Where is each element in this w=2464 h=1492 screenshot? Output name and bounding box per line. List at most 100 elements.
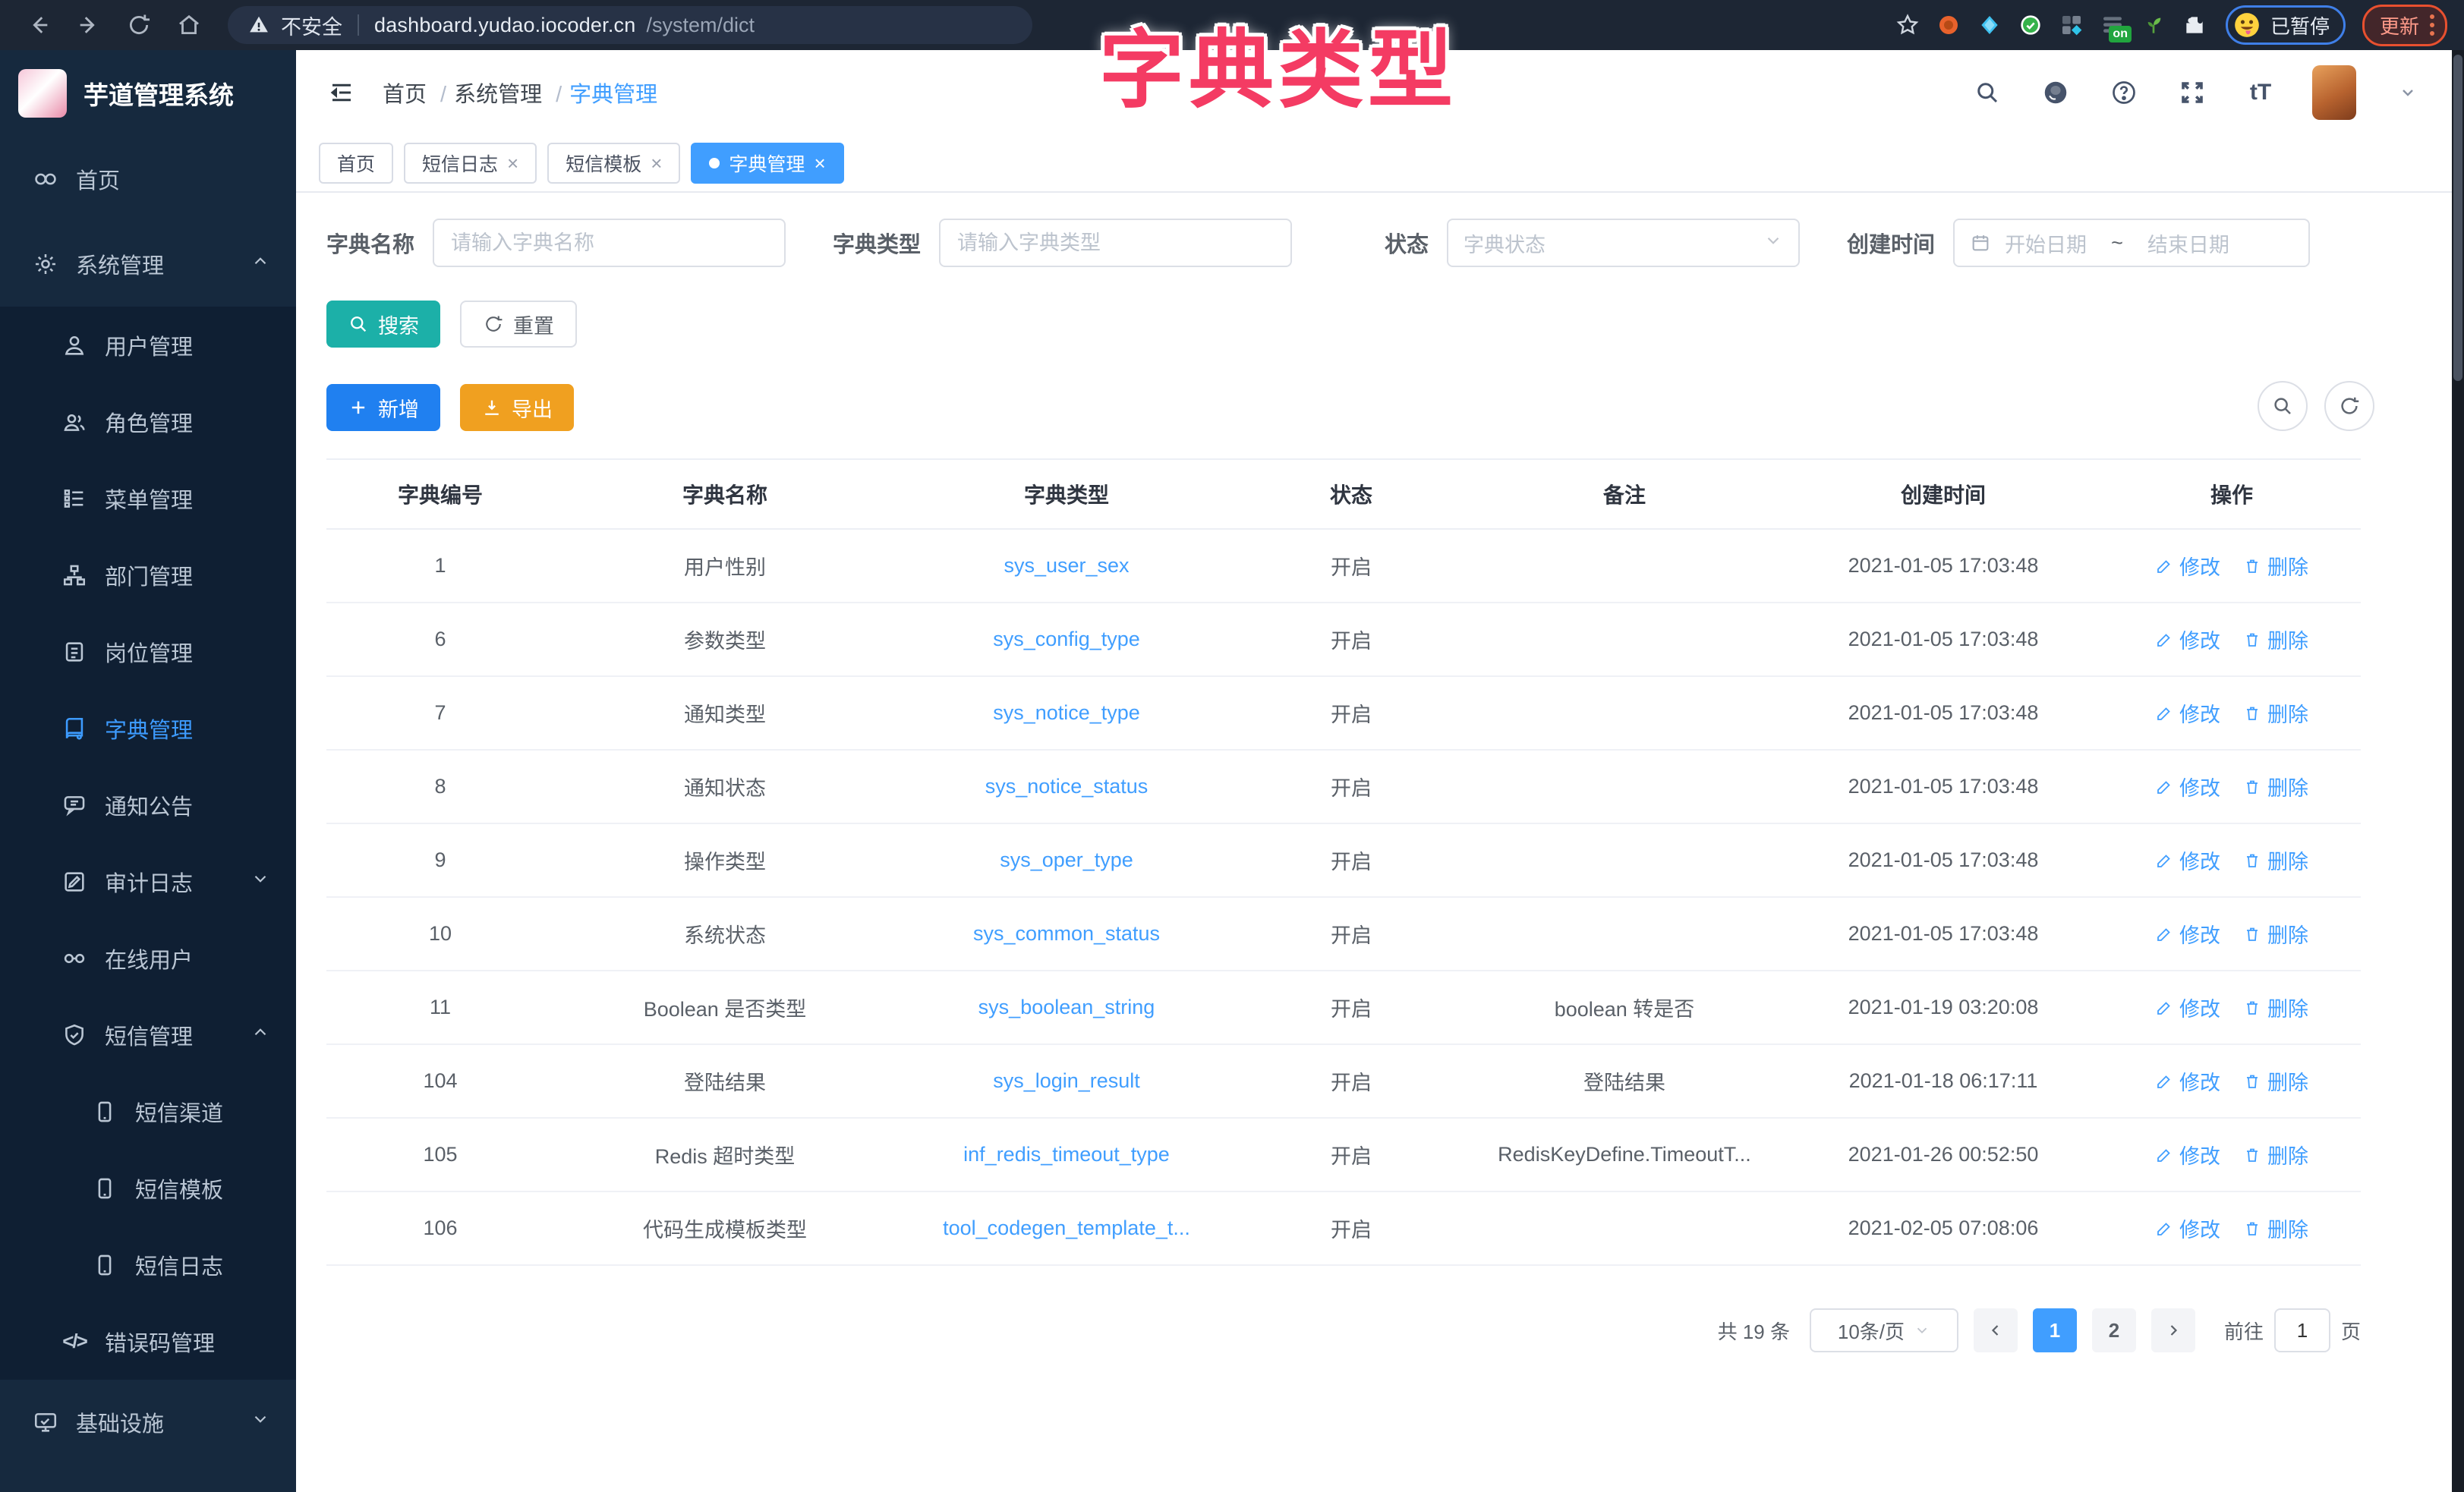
- sidebar-item-online-users[interactable]: 在线用户: [0, 920, 296, 996]
- tab-dict-mgmt[interactable]: 字典管理 ×: [691, 143, 843, 184]
- browser-home-button[interactable]: [167, 6, 211, 44]
- bookmark-star-icon[interactable]: [1890, 8, 1925, 42]
- delete-link[interactable]: 删除: [2243, 845, 2308, 875]
- app-logo-row[interactable]: 芋道管理系统: [0, 50, 296, 137]
- cell-type-link[interactable]: sys_notice_type: [896, 701, 1237, 725]
- sidebar-item-menu-mgmt[interactable]: 菜单管理: [0, 460, 296, 537]
- delete-link[interactable]: 删除: [2243, 772, 2308, 801]
- cell-type-link[interactable]: inf_redis_timeout_type: [896, 1143, 1237, 1166]
- edit-link[interactable]: 修改: [2155, 1140, 2220, 1169]
- sidebar-item-notice[interactable]: 通知公告: [0, 766, 296, 843]
- user-avatar[interactable]: [2312, 65, 2356, 120]
- user-icon: [61, 332, 88, 359]
- breadcrumb-home[interactable]: 首页: [383, 77, 427, 109]
- cell-type-link[interactable]: sys_config_type: [896, 628, 1237, 651]
- next-page-button[interactable]: [2151, 1308, 2195, 1352]
- table-search-toggle-button[interactable]: [2258, 381, 2308, 431]
- extension-grid-icon[interactable]: [2054, 8, 2089, 42]
- edit-link[interactable]: 修改: [2155, 1066, 2220, 1096]
- goto-page-input[interactable]: [2274, 1308, 2330, 1352]
- tab-sms-template[interactable]: 短信模板 ×: [547, 143, 680, 184]
- cell-type-link[interactable]: sys_oper_type: [896, 848, 1237, 872]
- delete-link[interactable]: 删除: [2243, 551, 2308, 581]
- cell-type-link[interactable]: sys_login_result: [896, 1069, 1237, 1093]
- sidebar-item-audit-log[interactable]: 审计日志: [0, 843, 296, 920]
- edit-link[interactable]: 修改: [2155, 698, 2220, 728]
- cell-type-link[interactable]: sys_boolean_string: [896, 996, 1237, 1019]
- extension-puzzle-icon[interactable]: [2177, 8, 2212, 42]
- app-title: 芋道管理系统: [83, 75, 234, 112]
- browser-menu-icon[interactable]: [2430, 14, 2434, 36]
- date-range-picker[interactable]: 开始日期 ~ 结束日期: [1953, 219, 2310, 267]
- sidebar-item-role-mgmt[interactable]: 角色管理: [0, 383, 296, 460]
- delete-link[interactable]: 删除: [2243, 625, 2308, 654]
- status-select[interactable]: 字典状态: [1447, 219, 1800, 267]
- sidebar-item-system[interactable]: 系统管理: [0, 222, 296, 307]
- sidebar-item-sms-log[interactable]: 短信日志: [0, 1226, 296, 1303]
- sidebar-item-infrastructure[interactable]: 基础设施: [0, 1380, 296, 1465]
- extension-orange-icon[interactable]: [1931, 8, 1966, 42]
- sidebar-collapse-icon[interactable]: [323, 74, 360, 111]
- github-icon[interactable]: [2039, 76, 2072, 109]
- sidebar-item-dict-mgmt[interactable]: 字典管理: [0, 690, 296, 766]
- delete-link[interactable]: 删除: [2243, 1066, 2308, 1096]
- edit-link[interactable]: 修改: [2155, 551, 2220, 581]
- sidebar-item-error-code[interactable]: </> 错误码管理: [0, 1303, 296, 1380]
- dict-name-input[interactable]: [433, 219, 786, 267]
- scrollbar-thumb[interactable]: [2453, 55, 2462, 381]
- tab-home[interactable]: 首页: [319, 143, 393, 184]
- search-icon[interactable]: [1971, 76, 2004, 109]
- edit-link[interactable]: 修改: [2155, 993, 2220, 1022]
- edit-link[interactable]: 修改: [2155, 1213, 2220, 1243]
- edit-link[interactable]: 修改: [2155, 845, 2220, 875]
- search-button[interactable]: 搜索: [326, 301, 440, 348]
- page-button-1[interactable]: 1: [2033, 1308, 2077, 1352]
- browser-reload-button[interactable]: [117, 6, 161, 44]
- edit-link[interactable]: 修改: [2155, 919, 2220, 949]
- dict-type-input[interactable]: [939, 219, 1292, 267]
- cell-type-link[interactable]: sys_user_sex: [896, 554, 1237, 578]
- sidebar-item-sms-template[interactable]: 短信模板: [0, 1150, 296, 1226]
- delete-link[interactable]: 删除: [2243, 993, 2308, 1022]
- cell-type-link[interactable]: sys_notice_status: [896, 775, 1237, 798]
- cell-type-link[interactable]: tool_codegen_template_t...: [896, 1217, 1237, 1240]
- browser-update-button[interactable]: 更新: [2362, 5, 2447, 46]
- address-bar[interactable]: 不安全 dashboard.yudao.iocoder.cn/system/di…: [228, 6, 1032, 44]
- sidebar-item-sms-mgmt[interactable]: 短信管理: [0, 996, 296, 1073]
- fullscreen-icon[interactable]: [2176, 76, 2209, 109]
- edit-link[interactable]: 修改: [2155, 625, 2220, 654]
- font-size-icon[interactable]: tT: [2244, 76, 2277, 109]
- delete-link[interactable]: 删除: [2243, 698, 2308, 728]
- delete-link[interactable]: 删除: [2243, 1213, 2308, 1243]
- close-icon[interactable]: ×: [507, 153, 518, 173]
- browser-forward-button[interactable]: [67, 6, 111, 44]
- edit-link[interactable]: 修改: [2155, 772, 2220, 801]
- delete-link[interactable]: 删除: [2243, 919, 2308, 949]
- browser-back-button[interactable]: [17, 6, 61, 44]
- reset-button[interactable]: 重置: [460, 301, 577, 348]
- breadcrumb-system[interactable]: 系统管理: [433, 77, 542, 109]
- cell-type-link[interactable]: sys_common_status: [896, 922, 1237, 946]
- paused-extension-badge[interactable]: 已暂停: [2226, 5, 2346, 45]
- tab-sms-log[interactable]: 短信日志 ×: [404, 143, 537, 184]
- export-button[interactable]: 导出: [460, 384, 574, 431]
- delete-link[interactable]: 删除: [2243, 1140, 2308, 1169]
- sidebar-item-dept-mgmt[interactable]: 部门管理: [0, 537, 296, 613]
- help-icon[interactable]: [2107, 76, 2141, 109]
- sidebar-item-post-mgmt[interactable]: 岗位管理: [0, 613, 296, 690]
- sidebar-item-home[interactable]: 首页: [0, 137, 296, 222]
- prev-page-button[interactable]: [1974, 1308, 2018, 1352]
- extension-plant-icon[interactable]: [2136, 8, 2171, 42]
- add-button[interactable]: 新增: [326, 384, 440, 431]
- close-icon[interactable]: ×: [651, 153, 662, 173]
- export-button-label: 导出: [512, 393, 553, 423]
- sidebar-item-user-mgmt[interactable]: 用户管理: [0, 307, 296, 383]
- page-button-2[interactable]: 2: [2092, 1308, 2136, 1352]
- extension-blue-gem-icon[interactable]: [1972, 8, 2007, 42]
- sidebar-item-sms-channel[interactable]: 短信渠道: [0, 1073, 296, 1150]
- page-size-select[interactable]: 10条/页: [1810, 1308, 1958, 1352]
- close-icon[interactable]: ×: [814, 153, 825, 173]
- extension-green-circle-icon[interactable]: [2013, 8, 2048, 42]
- table-refresh-button[interactable]: [2324, 381, 2374, 431]
- extension-switch-icon[interactable]: on: [2095, 8, 2130, 42]
